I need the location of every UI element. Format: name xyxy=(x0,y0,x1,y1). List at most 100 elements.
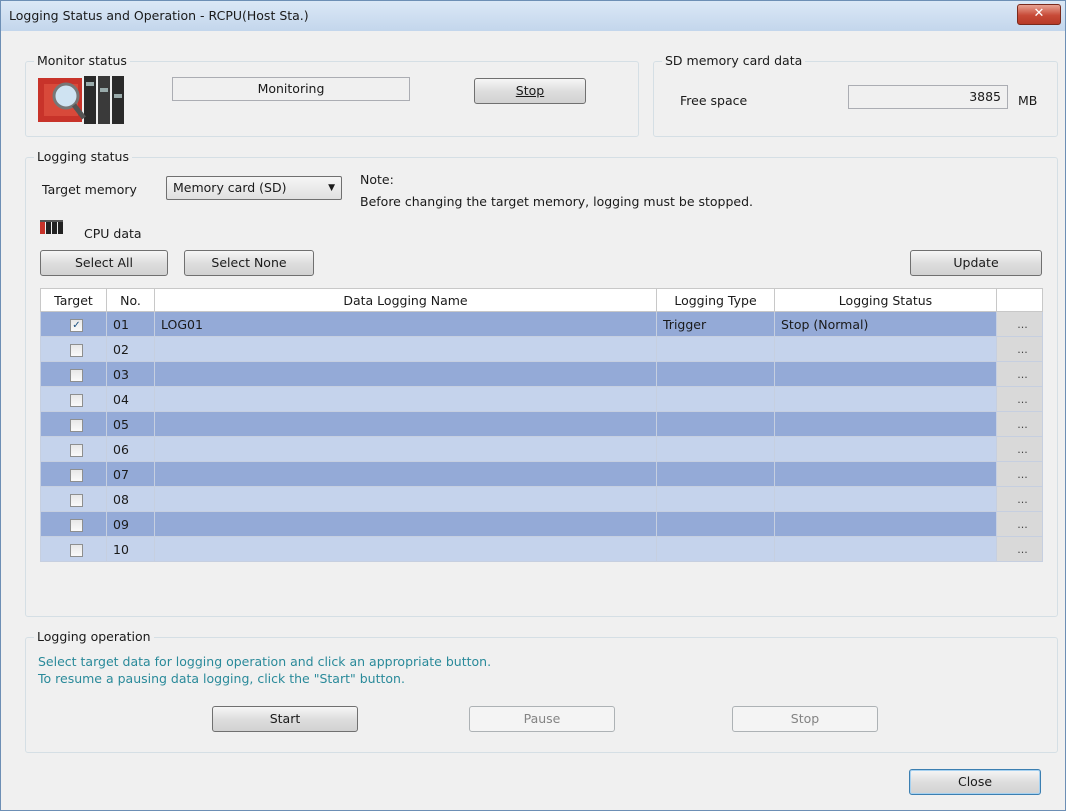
cpu-data-label: CPU data xyxy=(84,226,142,241)
table-row[interactable]: 03... xyxy=(40,361,1043,387)
pause-button[interactable]: Pause xyxy=(469,706,615,732)
close-window-button[interactable]: ✕ xyxy=(1017,4,1061,25)
row-logging-type[interactable] xyxy=(656,336,775,362)
update-button[interactable]: Update xyxy=(910,250,1042,276)
row-no: 03 xyxy=(106,361,155,387)
row-logging-type[interactable] xyxy=(656,411,775,437)
row-checkbox[interactable] xyxy=(70,393,83,407)
row-logging-status[interactable] xyxy=(774,536,997,562)
row-checkbox[interactable] xyxy=(70,443,83,457)
stop-button[interactable]: Stop xyxy=(732,706,878,732)
row-logging-name[interactable] xyxy=(154,436,657,462)
row-detail-button[interactable]: ... xyxy=(996,386,1043,412)
row-logging-status[interactable] xyxy=(774,386,997,412)
table-row[interactable]: 07... xyxy=(40,461,1043,487)
table-row[interactable]: 08... xyxy=(40,486,1043,512)
table-row[interactable]: ✓ 01 LOG01 Trigger Stop (Normal)... xyxy=(40,311,1043,337)
window-title: Logging Status and Operation - RCPU(Host… xyxy=(9,8,309,23)
row-detail-button[interactable]: ... xyxy=(996,336,1043,362)
dialog-client-area: Monitor status Monitoring Stop SD memory… xyxy=(9,31,1058,803)
row-logging-name[interactable] xyxy=(154,411,657,437)
row-target-cell[interactable] xyxy=(40,386,107,412)
free-space-value: 3885 xyxy=(848,85,1008,109)
row-target-cell[interactable] xyxy=(40,536,107,562)
select-all-button[interactable]: Select All xyxy=(40,250,168,276)
row-logging-status[interactable] xyxy=(774,436,997,462)
row-checkbox[interactable]: ✓ xyxy=(70,318,83,332)
table-row[interactable]: 05... xyxy=(40,411,1043,437)
note-body: Before changing the target memory, loggi… xyxy=(360,194,754,209)
row-target-cell[interactable] xyxy=(40,436,107,462)
table-header-row: Target No. Data Logging Name Logging Typ… xyxy=(40,288,1043,312)
row-detail-button[interactable]: ... xyxy=(996,511,1043,537)
row-checkbox[interactable] xyxy=(70,543,83,557)
note-title: Note: xyxy=(360,172,394,187)
row-logging-type[interactable]: Trigger xyxy=(656,311,775,337)
cpu-data-icon xyxy=(40,220,63,234)
row-detail-button[interactable]: ... xyxy=(996,486,1043,512)
close-button[interactable]: Close xyxy=(909,769,1041,795)
row-detail-button[interactable]: ... xyxy=(996,361,1043,387)
free-space-unit: MB xyxy=(1018,93,1038,108)
monitor-stop-button[interactable]: Stop xyxy=(474,78,586,104)
row-logging-type[interactable] xyxy=(656,386,775,412)
row-detail-button[interactable]: ... xyxy=(996,536,1043,562)
row-target-cell[interactable] xyxy=(40,361,107,387)
row-logging-type[interactable] xyxy=(656,486,775,512)
table-row[interactable]: 09... xyxy=(40,511,1043,537)
row-target-cell[interactable] xyxy=(40,461,107,487)
select-none-button[interactable]: Select None xyxy=(184,250,314,276)
column-header-target[interactable]: Target xyxy=(40,288,107,312)
row-logging-type[interactable] xyxy=(656,511,775,537)
row-logging-status[interactable] xyxy=(774,336,997,362)
row-logging-status[interactable] xyxy=(774,461,997,487)
row-checkbox[interactable] xyxy=(70,468,83,482)
table-row[interactable]: 02... xyxy=(40,336,1043,362)
target-memory-dropdown[interactable]: Memory card (SD) ▼ xyxy=(166,176,342,200)
row-detail-button[interactable]: ... xyxy=(996,411,1043,437)
row-target-cell[interactable] xyxy=(40,486,107,512)
row-target-cell[interactable] xyxy=(40,511,107,537)
row-detail-button[interactable]: ... xyxy=(996,436,1043,462)
row-target-cell[interactable] xyxy=(40,411,107,437)
row-logging-type[interactable] xyxy=(656,536,775,562)
column-header-status[interactable]: Logging Status xyxy=(774,288,997,312)
row-logging-status[interactable] xyxy=(774,361,997,387)
row-checkbox[interactable] xyxy=(70,368,83,382)
row-logging-status[interactable] xyxy=(774,511,997,537)
row-logging-name[interactable] xyxy=(154,386,657,412)
row-target-cell[interactable]: ✓ xyxy=(40,311,107,337)
table-row[interactable]: 10... xyxy=(40,536,1043,562)
row-logging-name[interactable] xyxy=(154,536,657,562)
column-header-type[interactable]: Logging Type xyxy=(656,288,775,312)
row-logging-status[interactable] xyxy=(774,486,997,512)
row-logging-type[interactable] xyxy=(656,436,775,462)
operation-info-line2: To resume a pausing data logging, click … xyxy=(38,671,405,686)
row-checkbox[interactable] xyxy=(70,343,83,357)
start-button[interactable]: Start xyxy=(212,706,358,732)
row-logging-status[interactable]: Stop (Normal) xyxy=(774,311,997,337)
row-no: 10 xyxy=(106,536,155,562)
row-checkbox[interactable] xyxy=(70,518,83,532)
row-target-cell[interactable] xyxy=(40,336,107,362)
row-logging-name[interactable] xyxy=(154,511,657,537)
column-header-name[interactable]: Data Logging Name xyxy=(154,288,657,312)
row-logging-name[interactable] xyxy=(154,361,657,387)
row-logging-name[interactable] xyxy=(154,336,657,362)
row-logging-status[interactable] xyxy=(774,411,997,437)
table-row[interactable]: 06... xyxy=(40,436,1043,462)
row-logging-name[interactable]: LOG01 xyxy=(154,311,657,337)
monitor-status-group: Monitor status Monitoring Stop xyxy=(25,53,639,137)
title-bar[interactable]: Logging Status and Operation - RCPU(Host… xyxy=(1,1,1065,31)
row-logging-type[interactable] xyxy=(656,461,775,487)
row-detail-button[interactable]: ... xyxy=(996,311,1043,337)
row-checkbox[interactable] xyxy=(70,493,83,507)
column-header-no[interactable]: No. xyxy=(106,288,155,312)
row-detail-button[interactable]: ... xyxy=(996,461,1043,487)
row-logging-type[interactable] xyxy=(656,361,775,387)
row-checkbox[interactable] xyxy=(70,418,83,432)
table-row[interactable]: 04... xyxy=(40,386,1043,412)
row-logging-name[interactable] xyxy=(154,461,657,487)
row-logging-name[interactable] xyxy=(154,486,657,512)
target-memory-value: Memory card (SD) xyxy=(173,180,287,195)
